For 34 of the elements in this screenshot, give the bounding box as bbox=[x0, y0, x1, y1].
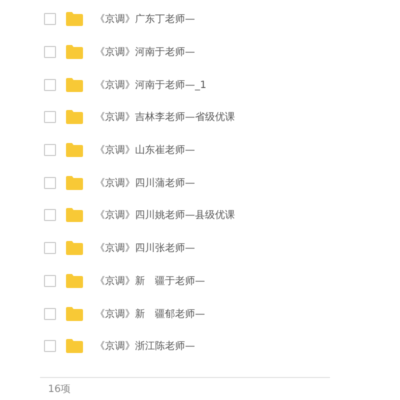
folder-icon bbox=[66, 176, 83, 190]
file-name[interactable]: 《京调》吉林李老师—省级优课 bbox=[95, 110, 235, 124]
file-name[interactable]: 《京调》四川蒲老师— bbox=[95, 176, 195, 190]
checkbox[interactable] bbox=[44, 340, 56, 352]
folder-icon bbox=[66, 45, 83, 60]
folder-icon bbox=[66, 339, 83, 354]
file-name[interactable]: 《京调》河南于老师— bbox=[95, 45, 195, 60]
folder-icon bbox=[66, 78, 83, 92]
checkbox[interactable] bbox=[44, 144, 56, 156]
folder-icon bbox=[66, 274, 83, 288]
checkbox[interactable] bbox=[44, 274, 56, 287]
file-name[interactable]: 《京调》河南于老师—_1 bbox=[95, 78, 206, 92]
file-name[interactable]: 《京调》新 疆于老师— bbox=[95, 274, 205, 288]
checkbox[interactable] bbox=[44, 308, 56, 320]
checkbox[interactable] bbox=[44, 78, 56, 91]
file-name[interactable]: 《京调》新 疆郁老师— bbox=[95, 306, 205, 321]
file-name[interactable]: 《京调》山东崔老师— bbox=[95, 143, 195, 158]
file-name[interactable]: 《京调》四川姚老师—县级优课 bbox=[95, 208, 235, 222]
folder-icon bbox=[66, 208, 83, 222]
checkbox[interactable] bbox=[44, 13, 56, 26]
checkbox[interactable] bbox=[44, 46, 56, 58]
folder-icon bbox=[66, 143, 83, 158]
checkbox[interactable] bbox=[44, 111, 56, 124]
folder-icon bbox=[66, 110, 83, 124]
checkbox[interactable] bbox=[44, 176, 56, 189]
file-name[interactable]: 《京调》浙江陈老师— bbox=[95, 339, 195, 354]
item-count: 16项 bbox=[48, 383, 71, 396]
file-name[interactable]: 《京调》广东丁老师— bbox=[95, 12, 195, 26]
file-name[interactable]: 《京调》四川张老师— bbox=[95, 241, 195, 256]
folder-icon bbox=[66, 241, 83, 256]
checkbox[interactable] bbox=[44, 242, 56, 254]
folder-icon bbox=[66, 12, 83, 26]
folder-icon bbox=[66, 306, 83, 321]
checkbox[interactable] bbox=[44, 209, 56, 222]
